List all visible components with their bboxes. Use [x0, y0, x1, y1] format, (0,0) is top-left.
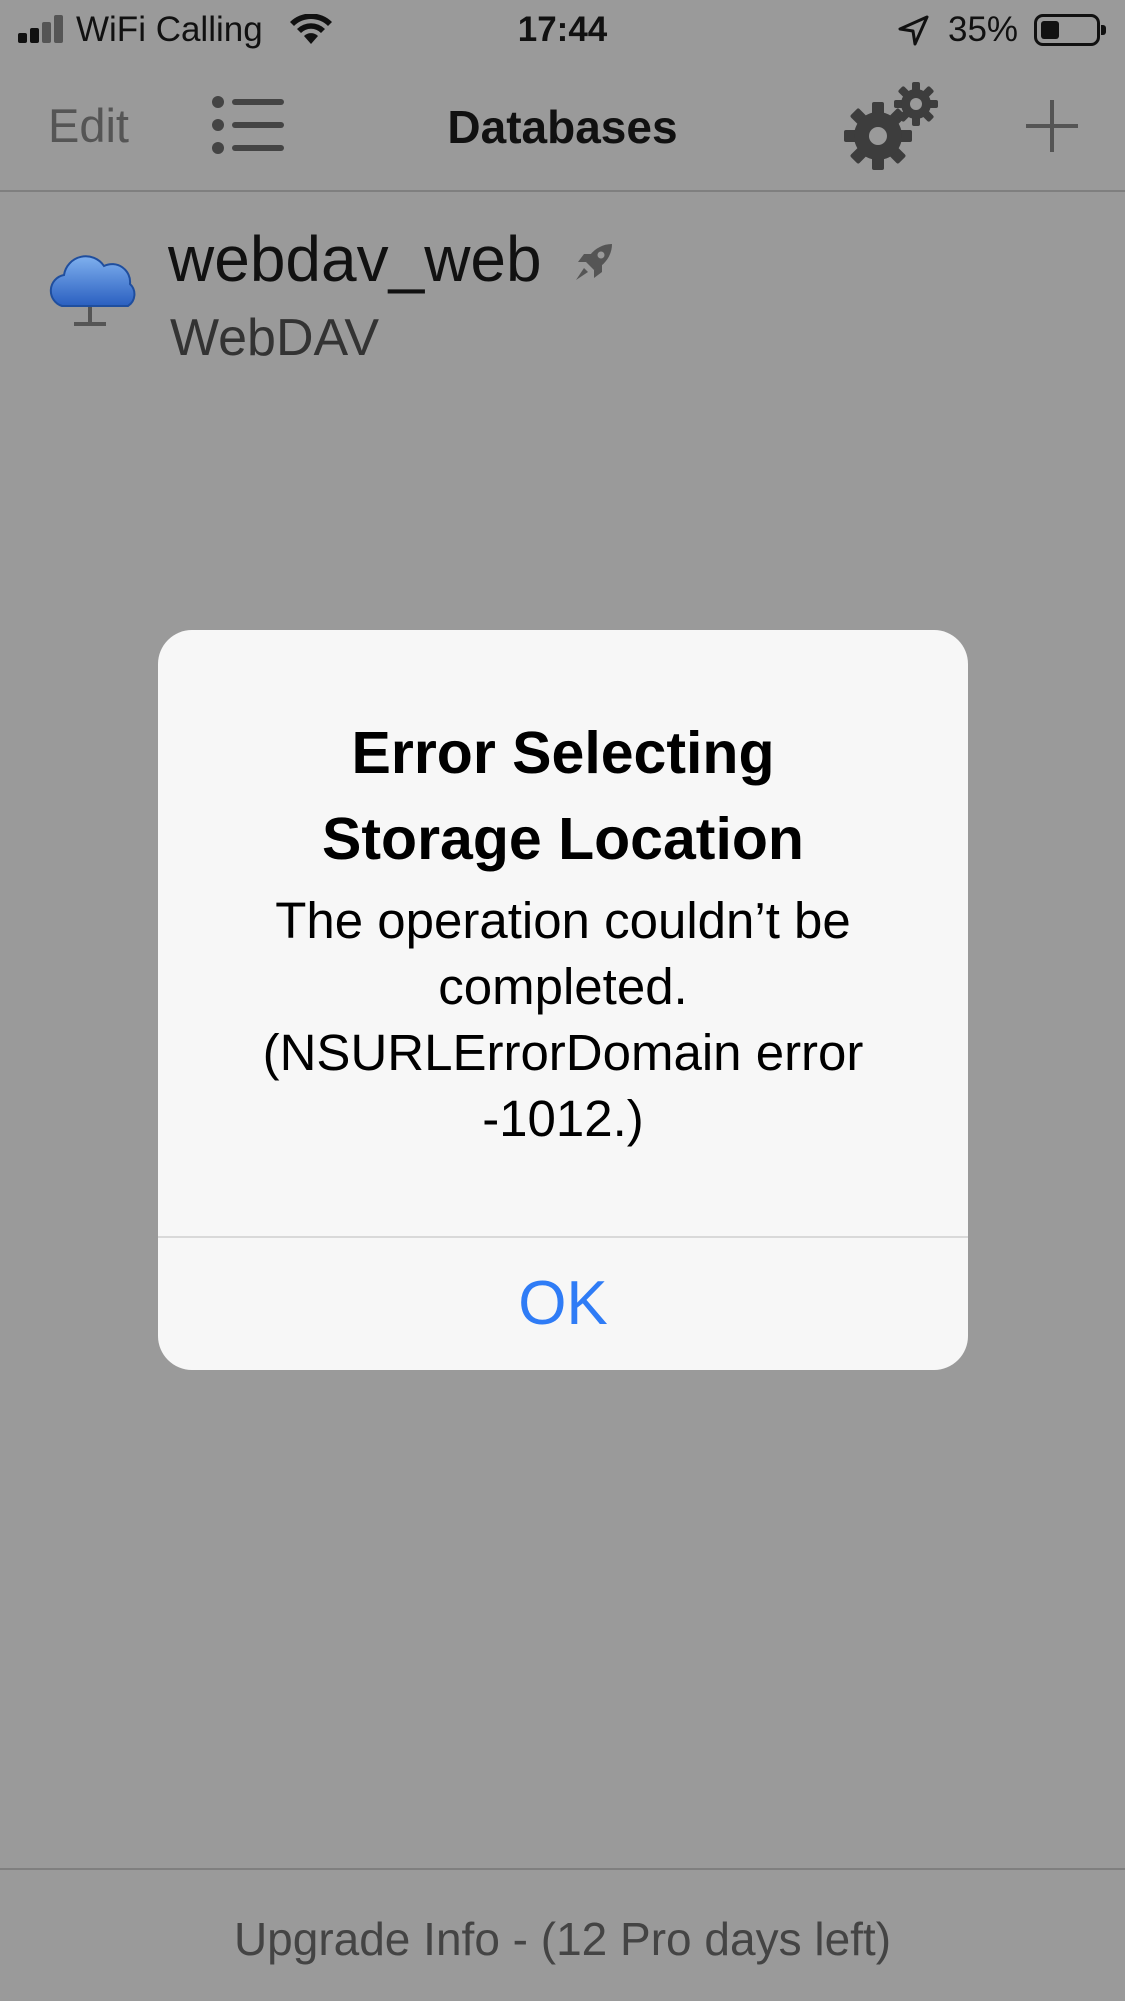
database-list-item[interactable]: webdav_web WebDAV — [0, 192, 1125, 382]
battery-percent: 35% — [948, 10, 1019, 49]
database-name: webdav_web — [168, 223, 542, 295]
gear-icon[interactable] — [842, 80, 940, 172]
ok-button[interactable]: OK — [158, 1238, 968, 1370]
rocket-icon — [576, 244, 612, 280]
page-title: Databases — [447, 101, 678, 153]
bottom-toolbar: Upgrade Info - (12 Pro days left) — [0, 1868, 1125, 2001]
error-alert: Error Selecting Storage Location The ope… — [158, 630, 968, 1370]
cloud-icon — [49, 255, 136, 326]
alert-message-line: -1012.) — [482, 1090, 644, 1147]
screen: WiFi Calling 17:44 35% Edit Databases we… — [0, 0, 1125, 2001]
alert-message-line: The operation couldn’t be — [275, 892, 851, 949]
database-type: WebDAV — [170, 309, 380, 367]
alert-message-line: completed. — [438, 958, 688, 1015]
add-database-button[interactable] — [1024, 98, 1080, 154]
location-arrow-icon — [898, 15, 929, 46]
alert-title: Error Selecting Storage Location — [198, 710, 928, 882]
status-bar: WiFi Calling 17:44 35% — [0, 0, 1125, 62]
alert-title-line: Error Selecting — [351, 720, 775, 786]
navigation-bar: Edit Databases — [0, 62, 1125, 192]
alert-title-line: Storage Location — [322, 806, 804, 872]
battery-icon — [1034, 14, 1106, 46]
alert-message-line: (NSURLErrorDomain error — [262, 1024, 864, 1081]
upgrade-info-button[interactable]: Upgrade Info - (12 Pro days left) — [0, 1912, 1125, 1966]
alert-message: The operation couldn’t be completed. (NS… — [198, 888, 928, 1152]
